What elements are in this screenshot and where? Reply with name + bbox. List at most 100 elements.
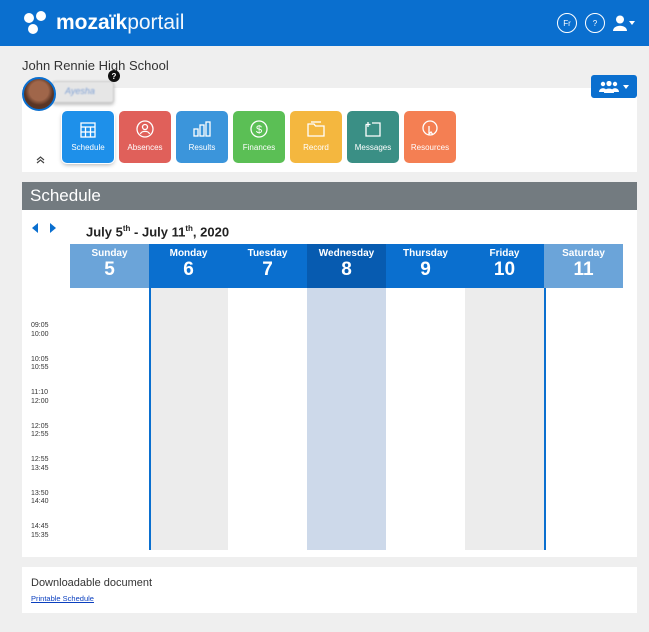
day-header-sunday[interactable]: Sunday 5 (70, 244, 149, 288)
day-column-tuesday[interactable] (228, 288, 307, 550)
day-name: Sunday (91, 248, 128, 259)
day-column-sunday[interactable] (70, 288, 149, 550)
documents-panel: Downloadable document Printable Schedule (22, 567, 637, 613)
time-period: 12:05 12:55 (31, 423, 67, 457)
resource-icon (420, 119, 440, 139)
time-period: 09:05 10:00 (31, 322, 67, 356)
day-date: 8 (341, 259, 352, 280)
time-period: 13:50 14:40 (31, 490, 67, 524)
tile-label: Absences (127, 143, 163, 152)
tile-label: Results (188, 143, 216, 152)
schedule-title: Schedule (22, 182, 637, 210)
day-name: Wednesday (318, 248, 375, 259)
schedule-panel: Schedule July 5th - July 11th, 2020 Sund… (22, 182, 637, 557)
student-name[interactable]: Ayesha (52, 81, 114, 103)
next-week-arrow-icon[interactable] (50, 223, 56, 233)
period-end: 12:00 (31, 397, 49, 405)
day-date: 9 (420, 259, 431, 280)
day-headers: Sunday 5 Monday 6 Tuesday 7 Wednesday 8 Thursday… (70, 244, 623, 288)
day-date: 7 (262, 259, 273, 280)
tile-results[interactable]: Results (176, 111, 228, 163)
student-selector[interactable]: Ayesha ? (22, 70, 120, 111)
period-end: 14:40 (31, 498, 49, 505)
dollar-icon: $ (249, 119, 269, 139)
printable-schedule-link[interactable]: Printable Schedule (31, 594, 637, 603)
tile-schedule[interactable]: Schedule (62, 111, 114, 163)
module-tiles: Schedule Absences Results $ Finances Rec… (62, 111, 456, 163)
day-date: 11 (573, 259, 594, 280)
period-end: 12:55 (31, 431, 49, 438)
tile-absences[interactable]: Absences (119, 111, 171, 163)
day-header-thursday[interactable]: Thursday 9 (386, 244, 465, 288)
day-header-saturday[interactable]: Saturday 11 (544, 244, 623, 288)
user-icon (613, 15, 627, 31)
week-range: July 5th - July 11th, 2020 (86, 224, 230, 240)
folder-icon (306, 119, 326, 139)
day-column-friday[interactable] (465, 288, 544, 550)
tile-record[interactable]: Record (290, 111, 342, 163)
logo-text: mozaïkportail (56, 11, 185, 34)
day-date: 6 (183, 259, 194, 280)
period-start: 10:05 (31, 355, 49, 363)
day-name: Monday (169, 248, 208, 259)
avatar[interactable] (22, 77, 56, 111)
period-end: 10:00 (31, 330, 49, 338)
family-switch-button[interactable] (591, 75, 637, 98)
day-date: 10 (493, 259, 516, 280)
time-period: 14:45 15:35 (31, 523, 67, 557)
period-start: 14:45 (31, 523, 49, 530)
day-header-friday[interactable]: Friday 10 (465, 244, 544, 288)
day-date: 5 (104, 259, 115, 280)
tile-messages[interactable]: Messages (347, 111, 399, 163)
calendar-icon (78, 119, 98, 139)
time-periods: 09:05 10:00 10:05 10:55 11:10 12:00 12:05 12:55… (31, 322, 67, 557)
day-column-saturday[interactable] (544, 288, 623, 550)
day-columns (70, 288, 623, 550)
period-end: 13:45 (31, 464, 49, 472)
period-start: 12:55 (31, 456, 49, 463)
mozaik-logo[interactable]: mozaïkportail (24, 11, 184, 35)
tile-label: Record (303, 143, 329, 152)
time-period: 11:10 12:00 (31, 389, 67, 423)
period-start: 09:05 (31, 322, 49, 329)
day-name: Friday (489, 248, 520, 259)
previous-week-arrow-icon[interactable] (32, 223, 38, 233)
school-name: John Rennie High School (22, 58, 169, 73)
svg-text:$: $ (256, 124, 262, 136)
day-header-wednesday[interactable]: Wednesday 8 (307, 244, 386, 288)
period-start: 11:10 (31, 389, 48, 396)
day-column-thursday[interactable] (386, 288, 465, 550)
chevron-down-icon (629, 21, 635, 25)
documents-title: Downloadable document (31, 577, 153, 589)
day-column-monday[interactable] (149, 288, 228, 550)
tile-finances[interactable]: $ Finances (233, 111, 285, 163)
user-menu-button[interactable] (613, 15, 635, 31)
time-period: 10:05 10:55 (31, 356, 67, 390)
collapse-chevron-icon[interactable] (36, 156, 45, 166)
day-name: Thursday (402, 248, 448, 259)
time-period: 12:55 13:45 (31, 456, 67, 490)
period-start: 13:50 (31, 489, 49, 497)
tile-resources[interactable]: Resources (404, 111, 456, 163)
absence-icon (135, 119, 155, 139)
language-button[interactable]: Fr (557, 13, 577, 33)
day-header-tuesday[interactable]: Tuesday 7 (228, 244, 307, 288)
day-column-wednesday[interactable] (307, 288, 386, 550)
period-end: 10:55 (31, 364, 49, 371)
logo-mark-icon (24, 11, 48, 35)
day-header-monday[interactable]: Monday 6 (149, 244, 228, 288)
help-badge[interactable]: ? (108, 70, 120, 82)
tile-label: Schedule (71, 143, 105, 152)
day-name: Tuesday (247, 248, 288, 259)
tile-label: Finances (242, 143, 276, 152)
top-bar: mozaïkportail Fr ? (0, 0, 649, 46)
tile-label: Messages (354, 143, 392, 152)
message-icon (363, 119, 383, 139)
day-name: Saturday (562, 248, 605, 259)
help-button[interactable]: ? (585, 13, 605, 33)
period-start: 12:05 (31, 422, 49, 430)
group-icon (599, 80, 619, 93)
period-end: 15:35 (31, 531, 49, 539)
tile-label: Resources (410, 143, 450, 152)
bar-chart-icon (192, 119, 212, 139)
